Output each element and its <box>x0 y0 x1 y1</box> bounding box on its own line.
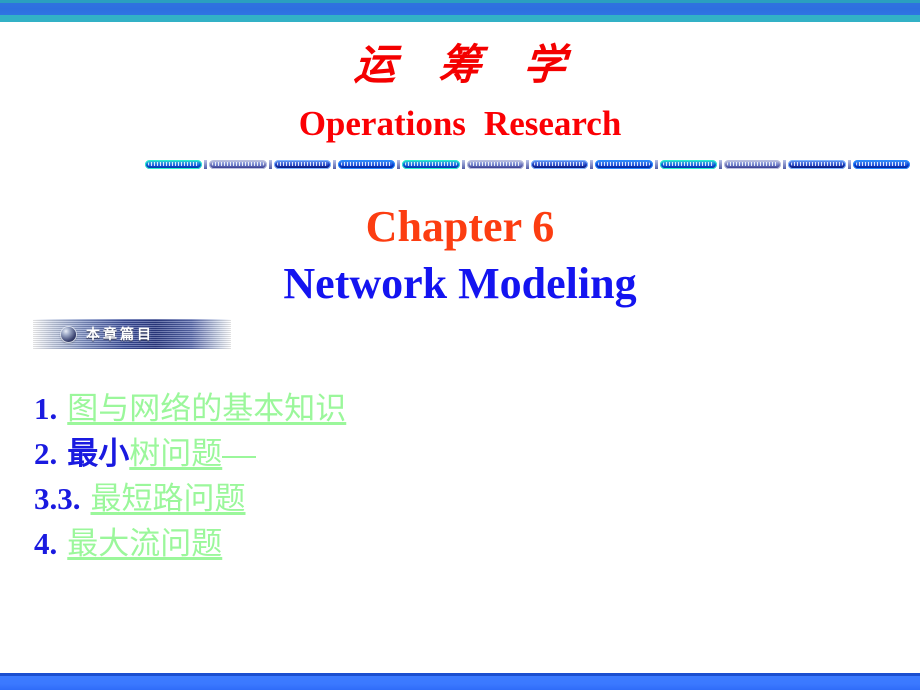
list-item-link[interactable]: 树问题 <box>129 436 222 471</box>
list-item-link[interactable]: 最短路问题 <box>91 481 246 516</box>
divider-separator <box>204 159 208 169</box>
divider-segment <box>337 159 396 169</box>
bottom-decorative-bar <box>0 673 920 690</box>
course-title-english-word-2: Research <box>483 104 622 143</box>
contents-list: 1. 图与网络的基本知识 2. 最小树问题 3.3. 最短路问题 4. 最大流问题 <box>34 386 634 566</box>
divider-segment <box>659 159 717 169</box>
course-title-english-word-1: Operations <box>298 104 466 143</box>
divider-separator <box>525 159 529 169</box>
list-item-number: 3. <box>34 481 58 516</box>
list-item-prefix: 3. <box>57 481 81 516</box>
divider-separator <box>783 159 787 169</box>
list-item-number: 2. <box>34 436 58 471</box>
divider-separator <box>461 159 465 169</box>
list-item-number: 1. <box>34 391 58 426</box>
top-bar-teal-band <box>0 15 920 22</box>
list-item-prefix: 最小 <box>67 436 130 471</box>
divider-segment <box>723 159 782 169</box>
divider-segment <box>530 159 589 169</box>
divider-separator <box>397 159 401 169</box>
list-item-number: 4. <box>34 526 58 561</box>
divider-segment <box>145 159 203 169</box>
course-title-chinese: 运 筹 学 <box>352 40 582 89</box>
list-item[interactable]: 2. 最小树问题 <box>34 431 634 476</box>
section-badge-label: 本章篇目 <box>86 327 154 343</box>
divider-segment <box>209 159 267 169</box>
list-item[interactable]: 1. 图与网络的基本知识 <box>34 386 634 431</box>
top-bar-blue-band <box>0 3 920 15</box>
divider-separator <box>654 159 658 169</box>
top-decorative-bar <box>0 0 920 22</box>
divider-separator <box>590 159 594 169</box>
bottom-bar-blue-band <box>0 676 920 690</box>
divider-separator <box>847 159 851 169</box>
list-item-link[interactable]: 图与网络的基本知识 <box>67 391 346 426</box>
divider-segment <box>466 159 524 169</box>
sphere-icon <box>61 326 76 342</box>
divider-segment <box>595 159 653 169</box>
chapter-heading: Chapter 6 <box>365 202 555 251</box>
divider-segment <box>788 159 846 169</box>
divider-segment <box>852 159 910 169</box>
divider-separator <box>268 159 272 169</box>
list-item[interactable]: 4. 最大流问题 <box>34 521 634 566</box>
decorative-divider <box>145 159 910 169</box>
section-badge: 本章篇目 <box>33 319 231 349</box>
divider-segment <box>273 159 331 169</box>
list-item-link[interactable]: 最大流问题 <box>67 526 222 561</box>
course-title-english: Operations Research <box>0 104 920 144</box>
list-item-trailing-rule <box>222 456 257 458</box>
divider-separator <box>718 159 722 169</box>
list-item[interactable]: 3.3. 最短路问题 <box>34 476 634 521</box>
divider-separator <box>332 159 336 169</box>
divider-segment <box>402 159 460 169</box>
chapter-subheading: Network Modeling <box>283 259 637 308</box>
